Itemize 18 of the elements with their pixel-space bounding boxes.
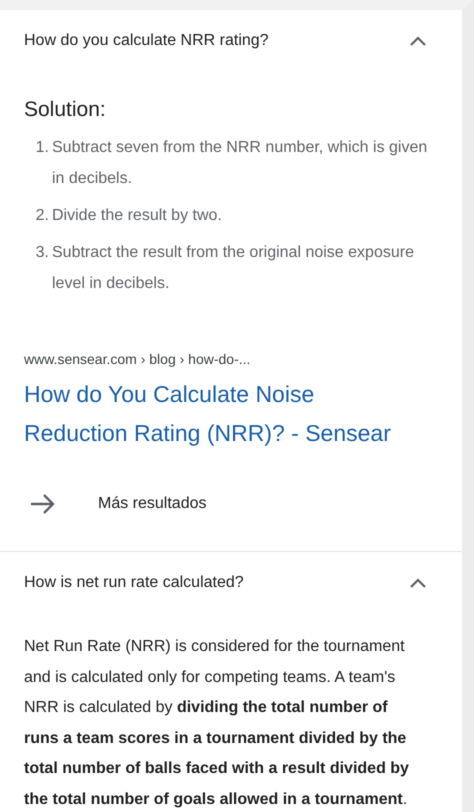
step-text: Divide the result by two. (52, 206, 222, 226)
step-number: 2. (34, 206, 50, 226)
question-text: How is net run rate calculated? (24, 574, 244, 592)
step-number: 1. (34, 138, 50, 158)
question-header[interactable]: How do you calculate NRR rating? (0, 10, 462, 72)
arrow-right-icon (30, 493, 56, 515)
question-header[interactable]: How is net run rate calculated? (0, 552, 462, 614)
result-link[interactable]: How do You Calculate Noise Reduction Rating (NRR)? - Sensear (24, 375, 438, 453)
step-text: Subtract seven from the NRR number, which is given in decibels. (52, 138, 428, 189)
chevron-up-icon (410, 578, 426, 588)
step-number: 3. (34, 243, 50, 263)
step-text: Subtract the result from the original noise exposure level in decibels. (52, 243, 415, 294)
solution-heading: Solution: (24, 98, 107, 122)
answer-text: Net Run Rate (NRR) is considered for the tournament and is calculated only for competing teams. A team's NRR is calculated by dividing the total number of runs a team scores in a tournament divided by the total number of balls faced with a result divided by the total number of goals allowed in a tournament. (24, 637, 410, 810)
chevron-up-icon (410, 36, 426, 46)
more-results-button[interactable]: Más resultados (24, 493, 206, 515)
source-url: www.sensear.com › blog › how-do-... (24, 351, 252, 367)
question-text: How do you calculate NRR rating? (24, 32, 269, 50)
